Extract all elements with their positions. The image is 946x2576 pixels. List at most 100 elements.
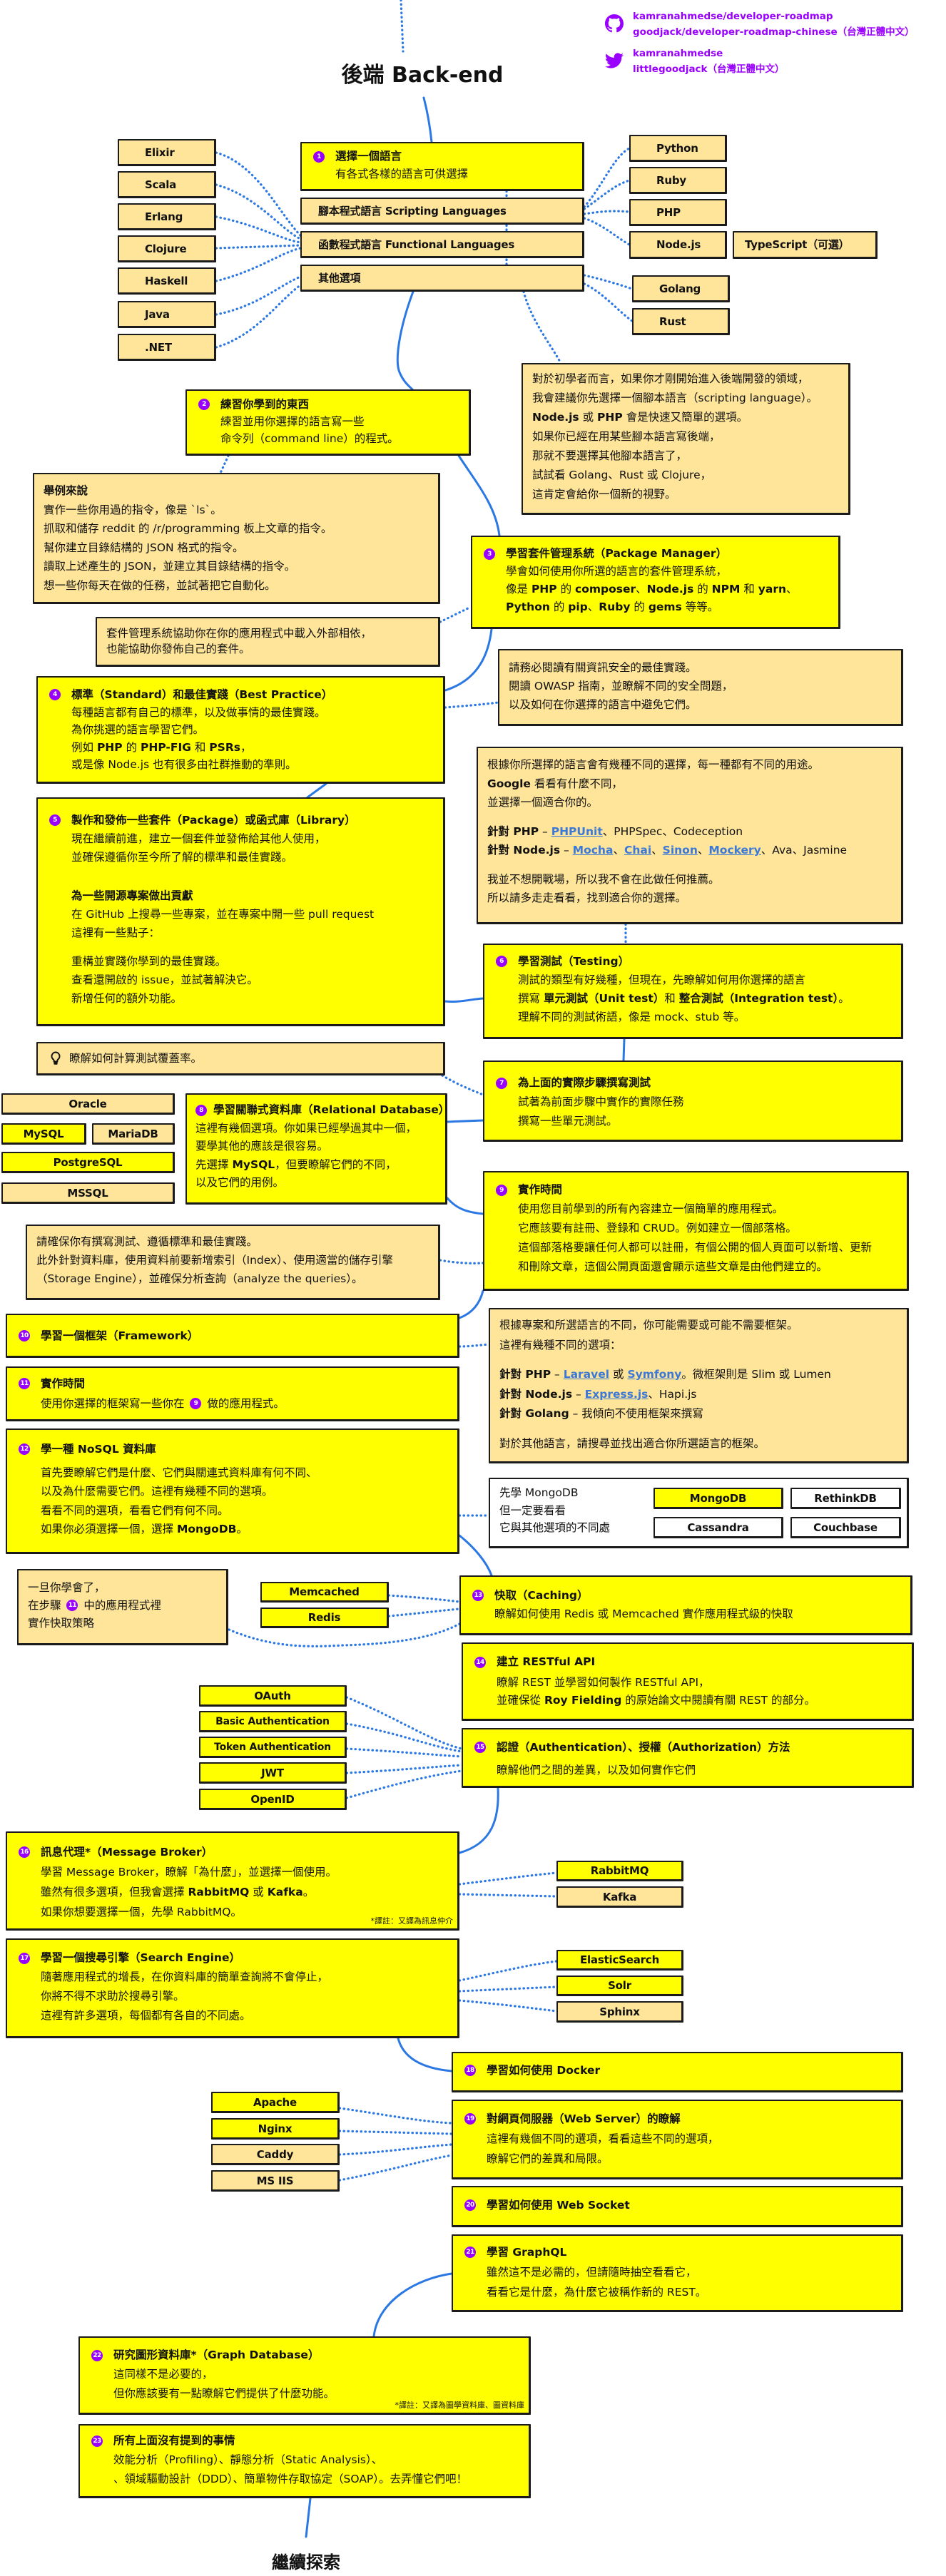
text-run: 。 [838, 992, 850, 1005]
text-line: 根據專案和所選語言的不同，你可能需要或可能不需要框架。 [499, 1316, 901, 1336]
text-run: 試試看 Golang、Rust 或 Clojure， [532, 469, 712, 481]
step-description: 瞭解他們之間的差異，以及如何實作它們 [474, 1761, 907, 1779]
text-line: 一旦你學會了， [28, 1579, 220, 1597]
step-header: 3 學習套件管理系統（Package Manager） [484, 545, 834, 563]
text-line: 看看不同的選項，看看它們有何不同。 [41, 1501, 453, 1520]
text-line: 對於其他語言，請搜尋並找出適合你所選語言的框架。 [499, 1434, 901, 1454]
link[interactable]: Mocha [573, 844, 614, 857]
option-elixir: Elixir [118, 139, 216, 166]
group-scripting-languages: 腳本程式語言 Scripting Languages [300, 198, 584, 225]
main-line-step-21-to-22 [372, 2272, 453, 2338]
text-run: 想一些你每天在做的任務，並試著把它自動化。 [44, 578, 276, 592]
connector-apache [338, 2107, 453, 2125]
text-line: 學習 Message Broker，瞭解「為什麼」，並選擇一個使用。 [41, 1862, 453, 1882]
step-description: 這裡有幾個選項。你如果已經學過其中一個， 要學其他的應該是很容易。 先選擇 MySQ… [195, 1120, 441, 1192]
text-line: 這裡有幾個選項。你如果已經學過其中一個， [195, 1120, 441, 1138]
text-run: 或是像 Node.js 也有很多由社群推動的準則。 [71, 758, 297, 771]
main-line-step-23-to-end [305, 2497, 312, 2538]
github-link-chinese[interactable]: goodjack/developer-roadmap-chinese（台灣正體中… [633, 24, 915, 40]
link[interactable]: PHPUnit [551, 825, 603, 838]
option-haskell: Haskell [118, 267, 216, 295]
text-line: 測試的類型有好幾種，但現在，先瞭解如何用你選擇的語言 [518, 971, 897, 989]
bold-text: Python [506, 600, 550, 613]
connector-package-note [439, 605, 472, 623]
text-line: 以及如何在你選擇的語言中避免它們。 [509, 695, 895, 714]
connector-php [583, 210, 631, 215]
main-line-step-2-to-3 [457, 454, 501, 537]
text-run: 的原始論文中閱讀有關 REST 的部分。 [621, 1694, 815, 1707]
step-number-badge: 6 [496, 956, 507, 967]
option-oauth: OAuth [199, 1685, 347, 1707]
text-line: 撰寫一些單元測試。 [518, 1112, 897, 1131]
text-run: 例如 [71, 740, 97, 754]
text-line: 新增任何的額外功能。 [71, 989, 439, 1008]
text-line: 這裡有許多選項，每個都有各自的不同處。 [41, 2006, 453, 2025]
step-number-badge: 14 [474, 1656, 486, 1668]
connector-nodejs [583, 217, 631, 246]
twitter-link-original[interactable]: kamranahmedse [633, 46, 785, 61]
link[interactable]: Symfony [627, 1368, 681, 1381]
text-run: 看看有什麼不同， [530, 777, 623, 790]
step-header: 8 學習關聯式資料庫（Relational Database） [195, 1101, 445, 1120]
link[interactable]: Mockery [708, 844, 761, 857]
text-run: 並確保從 [497, 1694, 544, 1707]
text-run: 、PHPSpec、Codeception [602, 824, 743, 838]
bold-text: 針對 PHP [499, 1368, 551, 1381]
option-python: Python [629, 135, 727, 162]
step-title: 學習關聯式資料庫（Relational Database） [213, 1103, 447, 1116]
text-run: 使用您目前學到的所有內容建立一個簡單的應用程式。 [518, 1202, 784, 1215]
connector-elixir [215, 151, 302, 237]
text-line: 每種語言都有自己的標準，以及做事情的最佳實踐。 [71, 704, 439, 722]
text-run: 每種語言都有自己的標準，以及做事情的最佳實踐。 [71, 705, 326, 719]
link[interactable]: Sinon [663, 844, 698, 857]
link[interactable]: Laravel [564, 1368, 609, 1381]
text-line: 所以請多走走看看，找到適合你的選擇。 [487, 889, 895, 908]
connector-clojure [215, 244, 302, 250]
text-run: 對於其他語言，請搜尋並找出適合你所選語言的框架。 [499, 1436, 766, 1450]
bold-text: Node.js [532, 411, 579, 424]
connector-caddy [338, 2143, 453, 2156]
link[interactable]: Chai [624, 844, 651, 857]
text-line: 請確保你有撰寫測試、遵循標準和最佳實踐。 [36, 1232, 432, 1251]
text-line [71, 867, 439, 876]
twitter-link-chinese[interactable]: littlegoodjack（台灣正體中文） [633, 61, 785, 77]
text-line: 試試看 Golang、Rust 或 Clojure， [532, 466, 843, 485]
option-java: Java [118, 301, 216, 328]
option-mssql: MSSQL [1, 1182, 175, 1204]
step-header: 12 學一種 NoSQL 資料庫 [19, 1440, 453, 1459]
text-run: 這肯定會給你一個新的視野。 [532, 488, 676, 501]
text-run: 首先要瞭解它們是什麼、它們與關連式資料庫有何不同、 [41, 1466, 317, 1479]
text-line: 要學其他的應該是很容易。 [195, 1138, 441, 1156]
text-line: 這裡有幾個不同的選項，看看這些不同的選項， [487, 2129, 897, 2149]
text-line: 針對 Node.js – Mocha、Chai、Sinon、Mockery、Av… [487, 841, 895, 860]
link[interactable]: Express.js [585, 1388, 649, 1401]
text-run: 為你挑選的語言學習它們。 [71, 723, 205, 736]
text-run: 此外針對資料庫，使用資料前要新增索引（Index）、使用適當的儲存引擎 [36, 1254, 393, 1267]
package-manager-note: 套件管理系統協助你在你的應用程式中載入外部相依， 也能協助你發佈自己的套件。 [96, 617, 440, 667]
step-22-card: 22 研究圖形資料庫*（Graph Database） 這同樣不是必要的， 但你應該… [78, 2336, 531, 2415]
text-run: 、 [697, 844, 709, 857]
step-number-badge: 16 [19, 1846, 30, 1858]
text-run: 使用你選擇的框架寫一些你在 [41, 1397, 188, 1410]
text-line: 這同樣不是必要的， [113, 2365, 524, 2384]
translator-footnote: *譯註：又譯為圖學資料庫、圖資料庫 [395, 2401, 525, 2410]
text-line: 想一些你每天在做的任務，並試著把它自動化。 [44, 576, 432, 596]
step-10-card: 10 學習一個框架（Framework） [6, 1314, 459, 1358]
option-jwt: JWT [199, 1762, 347, 1784]
text-run: 一旦你學會了， [28, 1581, 106, 1594]
step-number-badge: 4 [49, 689, 61, 701]
main-line-step-17-to-18 [397, 2037, 453, 2072]
step-title: 標準（Standard）和最佳實踐（Best Practice） [71, 688, 333, 701]
text-line: 瞭解他們之間的差異，以及如何實作它們 [497, 1761, 907, 1779]
connector-oauth [345, 1696, 463, 1750]
connector-token-auth [345, 1747, 463, 1758]
step-number-badge: 10 [19, 1330, 30, 1341]
step-description: 瞭解如何使用 Redis 或 Memcached 實作應用程式級的快取 [472, 1605, 906, 1623]
text-run: 請確保你有撰寫測試、遵循標準和最佳實踐。 [36, 1235, 258, 1248]
text-run: 根據專案和所選語言的不同，你可能需要或可能不需要框架。 [499, 1319, 798, 1332]
text-run: 抓取和儲存 reddit 的 /r/programming 板上文章的指令。 [44, 522, 332, 535]
text-run: 以及如何在你選擇的語言中避免它們。 [509, 698, 697, 711]
github-link-original[interactable]: kamranahmedse/developer-roadmap [633, 9, 915, 24]
bold-text: Kafka [267, 1886, 303, 1898]
text-line: 雖然有很多選項，但我會選擇 RabbitMQ 或 Kafka。 [41, 1882, 453, 1902]
